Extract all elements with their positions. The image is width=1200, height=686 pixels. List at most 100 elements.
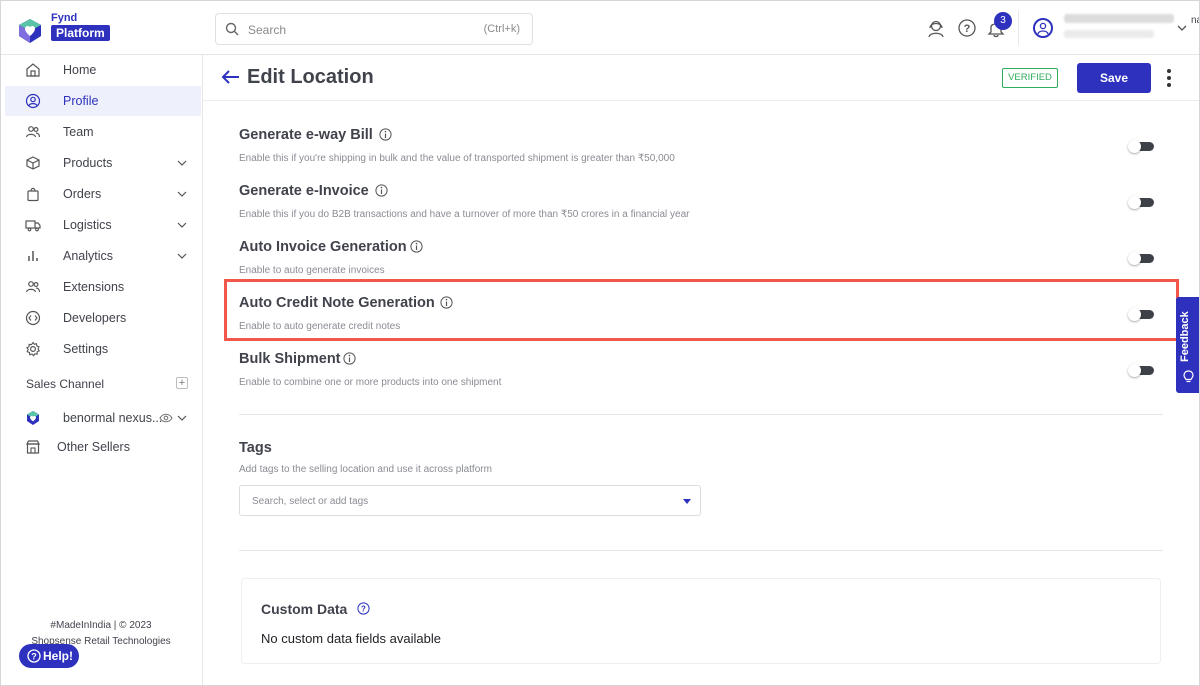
- support-agent-icon[interactable]: [926, 18, 946, 38]
- help-button-label: Help!: [43, 649, 73, 663]
- sales-channel-item[interactable]: benormal nexus...: [5, 403, 201, 433]
- save-button[interactable]: Save: [1077, 63, 1151, 93]
- user-name-redacted[interactable]: [1064, 14, 1174, 23]
- sidebar: Home Profile Team Products Orders Logist…: [1, 55, 203, 685]
- info-icon[interactable]: [343, 352, 356, 365]
- info-icon[interactable]: [410, 240, 423, 253]
- channel-logo-icon: [27, 411, 39, 425]
- bulk-shipment-toggle[interactable]: [1128, 364, 1154, 377]
- sidebar-item-label: Extensions: [63, 280, 125, 294]
- sidebar-item-home[interactable]: Home: [5, 55, 201, 85]
- app-window: Fynd Platform (Ctrl+k) ? 3: [0, 0, 1200, 686]
- setting-title: Auto Invoice Generation: [239, 239, 407, 255]
- svg-text:?: ?: [31, 652, 37, 662]
- sidebar-item-label: Logistics: [63, 218, 112, 232]
- svg-text:?: ?: [964, 23, 971, 35]
- setting-title: Auto Credit Note Generation: [239, 295, 435, 311]
- user-company-redacted: [1064, 30, 1154, 38]
- setting-title: Generate e-way Bill: [239, 127, 373, 143]
- sidebar-item-extensions[interactable]: Extensions: [5, 272, 201, 302]
- setting-description: Enable this if you're shipping in bulk a…: [239, 153, 675, 164]
- sidebar-item-analytics[interactable]: Analytics: [5, 241, 201, 271]
- e-invoice-toggle[interactable]: [1128, 196, 1154, 209]
- feedback-tab[interactable]: Feedback: [1176, 297, 1199, 393]
- auto-credit-note-toggle[interactable]: [1128, 308, 1154, 321]
- sidebar-item-settings[interactable]: Settings: [5, 334, 201, 364]
- tags-search-input[interactable]: [252, 494, 652, 508]
- sales-channel-name: benormal nexus...: [63, 411, 163, 425]
- toggle-knob: [1128, 140, 1141, 153]
- sidebar-item-other-sellers[interactable]: Other Sellers: [5, 432, 201, 462]
- setting-auto-credit-note: Auto Credit Note Generation Enable to au…: [239, 295, 1169, 345]
- back-arrow-icon[interactable]: [221, 69, 241, 85]
- setting-title: Generate e-Invoice: [239, 183, 369, 199]
- fynd-platform-logo[interactable]: Fynd Platform: [15, 11, 125, 45]
- sidebar-item-products[interactable]: Products: [5, 148, 201, 178]
- toggle-knob: [1128, 196, 1141, 209]
- extensions-icon: [25, 281, 41, 293]
- truck-icon: [25, 220, 41, 232]
- global-search[interactable]: (Ctrl+k): [215, 13, 533, 45]
- toggle-knob: [1128, 252, 1141, 265]
- chevron-down-icon[interactable]: [1177, 24, 1187, 32]
- shopping-bag-icon: [27, 187, 39, 202]
- store-icon: [26, 440, 40, 454]
- setting-bulk-shipment: Bulk Shipment Enable to combine one or m…: [239, 351, 1169, 401]
- chevron-down-icon[interactable]: [177, 190, 187, 198]
- sidebar-item-label: Settings: [63, 342, 109, 356]
- eway-bill-toggle[interactable]: [1128, 140, 1154, 153]
- help-button[interactable]: ? Help!: [19, 644, 79, 668]
- page-header: Edit Location VERIFIED Save: [203, 55, 1199, 101]
- user-icon: [1037, 22, 1049, 35]
- toggle-knob: [1128, 364, 1141, 377]
- more-options-icon[interactable]: [1161, 67, 1177, 89]
- setting-description: Enable to combine one or more products i…: [239, 377, 502, 388]
- info-icon[interactable]: [379, 128, 392, 141]
- feedback-label: Feedback: [1179, 311, 1191, 363]
- user-avatar[interactable]: [1033, 18, 1053, 38]
- sidebar-item-team[interactable]: Team: [5, 117, 201, 147]
- custom-data-empty-text: No custom data fields available: [261, 631, 441, 646]
- made-in-india-text: #MadeInIndia | © 2023: [50, 620, 152, 631]
- chevron-down-icon[interactable]: [177, 221, 187, 229]
- search-input[interactable]: [248, 20, 478, 40]
- chevron-down-icon[interactable]: [177, 252, 187, 260]
- help-circle-icon[interactable]: ?: [957, 18, 977, 38]
- verified-status-badge: VERIFIED: [1002, 68, 1058, 88]
- caret-down-icon[interactable]: [683, 499, 691, 504]
- box-icon: [26, 156, 40, 170]
- chevron-down-icon[interactable]: [177, 159, 187, 167]
- logo-text-fynd: Fynd: [51, 12, 78, 24]
- setting-title: Bulk Shipment: [239, 351, 341, 367]
- add-sales-channel-button[interactable]: +: [176, 377, 188, 389]
- page-title: Edit Location: [247, 66, 374, 88]
- eye-icon[interactable]: [159, 412, 173, 424]
- setting-description: Enable to auto generate credit notes: [239, 321, 401, 332]
- help-circle-icon[interactable]: ?: [357, 602, 370, 615]
- sidebar-item-label: Orders: [63, 187, 102, 201]
- sidebar-item-profile[interactable]: Profile: [5, 86, 201, 116]
- section-divider: [239, 414, 1163, 415]
- tags-heading: Tags: [239, 440, 272, 456]
- setting-description: Enable this if you do B2B transactions a…: [239, 209, 690, 220]
- sidebar-item-logistics[interactable]: Logistics: [5, 210, 201, 240]
- help-circle-icon: ?: [27, 649, 41, 663]
- profile-icon: [25, 93, 41, 109]
- tags-description: Add tags to the selling location and use…: [239, 464, 492, 475]
- info-icon[interactable]: [375, 184, 388, 197]
- info-icon[interactable]: [440, 296, 453, 309]
- custom-data-card: Custom Data ? No custom data fields avai…: [241, 578, 1161, 664]
- sidebar-item-label: Home: [63, 63, 97, 77]
- chevron-down-icon[interactable]: [177, 414, 187, 422]
- sidebar-item-orders[interactable]: Orders: [5, 179, 201, 209]
- section-divider: [239, 550, 1163, 551]
- sidebar-item-label: Analytics: [63, 249, 114, 263]
- setting-description: Enable to auto generate invoices: [239, 265, 385, 276]
- sidebar-item-developers[interactable]: Developers: [5, 303, 201, 333]
- tags-select[interactable]: [239, 485, 701, 516]
- auto-invoice-toggle[interactable]: [1128, 252, 1154, 265]
- toggle-knob: [1128, 308, 1141, 321]
- sidebar-item-label: Team: [63, 125, 94, 139]
- top-bar: Fynd Platform (Ctrl+k) ? 3: [1, 1, 1199, 55]
- sidebar-item-label: Profile: [63, 94, 99, 108]
